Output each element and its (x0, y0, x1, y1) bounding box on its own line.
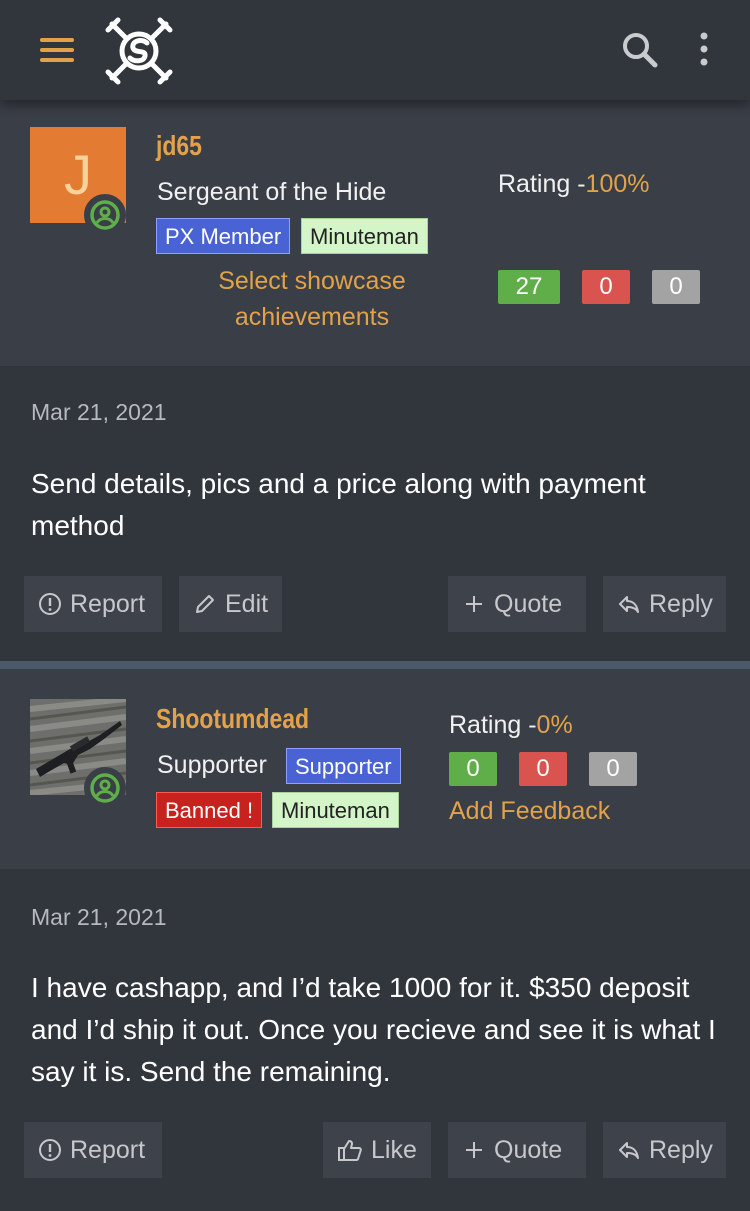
edit-button-label: Edit (225, 590, 269, 618)
online-status-icon (84, 767, 126, 809)
user-title: Supporter (157, 751, 267, 779)
user-tag-minuteman: Minuteman (301, 218, 428, 254)
search-icon[interactable] (620, 30, 660, 70)
hamburger-menu-icon[interactable] (38, 36, 76, 64)
select-showcase-achievements-link[interactable]: Select showcase achievements (182, 263, 442, 335)
edit-button[interactable]: Edit (179, 576, 282, 632)
negative-count-badge: 0 (582, 270, 630, 304)
user-title: Sergeant of the Hide (157, 178, 387, 206)
rating-label-text: Rating - (498, 170, 586, 198)
reply-arrow-icon (619, 596, 639, 613)
positive-count-badge: 0 (449, 752, 497, 786)
report-button-label: Report (70, 1136, 146, 1164)
post-message: Send details, pics and a price along wit… (31, 468, 646, 541)
user-tag-banned: Banned ! (156, 792, 263, 828)
post-divider (0, 661, 750, 669)
report-button[interactable]: Report (24, 576, 162, 632)
quote-button-label: Quote (494, 590, 563, 618)
rating-value: 100% (585, 170, 650, 198)
post-user-info: Shootumdead Supporter Supporter Banned !… (0, 669, 750, 869)
thumbs-up-icon (338, 1140, 362, 1161)
post-date[interactable]: Mar 21, 2021 (31, 904, 167, 931)
reply-button[interactable]: Reply (603, 1122, 726, 1178)
reply-arrow-icon (619, 1142, 639, 1159)
rating-label-text: Rating - (449, 711, 537, 739)
negative-count-badge: 0 (519, 752, 567, 786)
online-status-icon (84, 194, 126, 236)
site-logo-icon[interactable] (104, 16, 174, 86)
report-icon (39, 1139, 61, 1161)
rating-value: 0% (536, 711, 573, 739)
top-navigation-bar (0, 0, 750, 100)
more-vertical-icon[interactable] (696, 32, 712, 68)
plus-icon (466, 596, 482, 612)
reply-button[interactable]: Reply (603, 576, 726, 632)
report-button-label: Report (70, 590, 146, 618)
rating-label: Rating -0% (449, 711, 573, 740)
username[interactable]: jd65 (156, 130, 202, 162)
quote-button-label: Quote (494, 1136, 563, 1164)
post-body: Mar 21, 2021 Send details, pics and a pr… (0, 366, 750, 661)
rating-label: Rating -100% (498, 170, 650, 199)
user-tag-px-member: PX Member (156, 218, 291, 254)
user-tag-minuteman: Minuteman (272, 792, 399, 828)
quote-button[interactable]: Quote (448, 576, 586, 632)
neutral-count-badge: 0 (589, 752, 637, 786)
plus-icon (466, 1142, 482, 1158)
user-tag-supporter: Supporter (286, 748, 401, 784)
report-button[interactable]: Report (24, 1122, 162, 1178)
like-button[interactable]: Like (323, 1122, 431, 1178)
neutral-count-badge: 0 (652, 270, 700, 304)
username[interactable]: Shootumdead (156, 703, 309, 735)
post-body: Mar 21, 2021 I have cashapp, and I’d tak… (0, 869, 750, 1211)
quote-button[interactable]: Quote (448, 1122, 586, 1178)
post-message: I have cashapp, and I’d take 1000 for it… (31, 972, 716, 1087)
reply-button-label: Reply (649, 1136, 713, 1164)
reply-button-label: Reply (649, 590, 713, 618)
pencil-icon (196, 595, 214, 613)
like-button-label: Like (371, 1136, 417, 1164)
positive-count-badge: 27 (498, 270, 560, 304)
post-user-info: J jd65 Sergeant of the Hide PX Member Mi… (0, 100, 750, 366)
add-feedback-link[interactable]: Add Feedback (449, 797, 610, 826)
report-icon (39, 593, 61, 615)
post-date[interactable]: Mar 21, 2021 (31, 399, 167, 426)
